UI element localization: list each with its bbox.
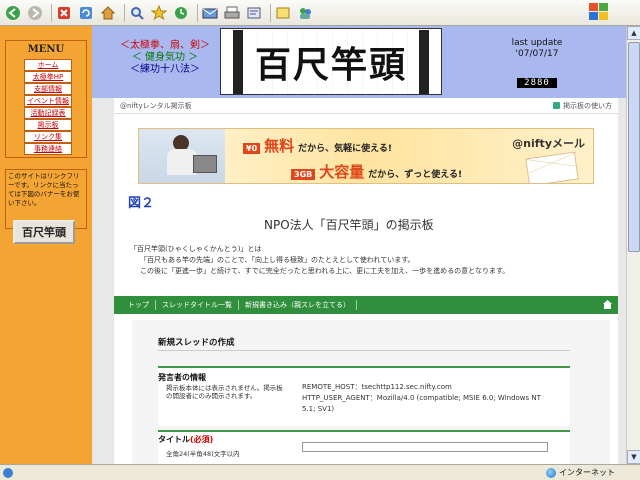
forward-icon[interactable] [26, 4, 44, 22]
intro-line2: 「百尺もある竿の先端」のことで、「向上し得る極致」のたとえとして使われています。 [140, 256, 415, 264]
nav-new-post[interactable]: 新規書き込み（親スレを立てる） [239, 300, 357, 310]
scroll-up-icon[interactable]: ▲ [627, 26, 640, 40]
board-intro: 「百尺竿頭(ひゃくしゃくかんとう)」とは 「百尺もある竿の先端」のことで、「向上… [130, 244, 600, 277]
nav-thread-list[interactable]: スレッドタイトル一覧 [156, 300, 239, 310]
access-counter: 2880 [517, 78, 557, 88]
print-icon[interactable] [223, 4, 241, 22]
menu-item-contact[interactable]: 事務連絡 [24, 143, 72, 155]
envelope-icon [525, 151, 579, 183]
menu-item-taikyokuken[interactable]: 太極拳HP [24, 71, 72, 83]
toolbar-separator [197, 3, 198, 22]
sidebar: MENU ホーム 太極拳HP 支部情報 イベント情報 活動記録表 掲示板 リンク… [0, 26, 92, 464]
intro-line1: 「百尺竿頭(ひゃくしゃくかんとう)」とは [130, 245, 262, 253]
remote-host: REMOTE_HOST：tsechttp112.sec.nifty.com [302, 383, 452, 391]
home-icon[interactable] [99, 4, 117, 22]
vertical-scrollbar[interactable]: ▲ ▼ [626, 26, 640, 464]
help-icon [553, 102, 560, 109]
ad-banner[interactable]: ¥0 無料 だから、気軽に使える! 3GB 大容量 だから、ずっと使える! @n… [138, 128, 594, 184]
scroll-down-icon[interactable]: ▼ [627, 450, 640, 464]
tagline-line2: ＜ 健身気功 ＞ [131, 52, 199, 63]
stop-icon[interactable] [55, 4, 73, 22]
title-heading: タイトル(必須) [158, 434, 213, 445]
board-top-bar: @niftyレンタル掲示板 掲示板の使い方 [114, 98, 618, 114]
board-help-link[interactable]: 掲示板の使い方 [553, 101, 612, 111]
menu-title: MENU [27, 44, 65, 55]
page-status-icon [3, 467, 13, 478]
required-label: (必須) [190, 435, 214, 444]
nav-top[interactable]: トップ [122, 300, 156, 310]
menu-item-events[interactable]: イベント情報 [24, 95, 72, 107]
ad-big-caption: だから、ずっと使える! [368, 170, 463, 180]
status-bar: インターネット [0, 464, 640, 480]
title-note: 全角24(半角48)文字以内 [166, 450, 240, 458]
title-input[interactable] [302, 442, 548, 452]
ad-gb-badge: 3GB [291, 169, 316, 180]
ad-row-free: ¥0 無料 だから、気軽に使える! [243, 135, 392, 156]
menu-item-board[interactable]: 掲示板 [24, 119, 72, 131]
menu-item-activity[interactable]: 活動記録表 [24, 107, 72, 119]
sender-heading: 発言者の情報 [158, 373, 206, 382]
scroll-thumb[interactable] [628, 42, 640, 252]
board-site-label[interactable]: @niftyレンタル掲示板 [120, 101, 192, 111]
sender-details: REMOTE_HOST：tsechttp112.sec.nifty.com HT… [302, 382, 552, 415]
toolbar-separator [270, 3, 271, 22]
update-label: last update [511, 38, 563, 48]
toolbar-separator [51, 3, 52, 22]
board-title: NPO法人「百尺竿頭」の掲示板 [264, 218, 434, 232]
ad-row-capacity: 3GB 大容量 だから、ずっと使える! [291, 161, 462, 182]
user-agent: HTTP_USER_AGENT：Mozilla/4.0 (compatible;… [302, 394, 541, 413]
menu-box: MENU ホーム 太極拳HP 支部情報 イベント情報 活動記録表 掲示板 リンク… [5, 40, 87, 158]
ad-brand: @niftyメール [512, 137, 585, 150]
windows-logo-icon [588, 2, 610, 22]
sender-note: 掲示板本体には表示されません。掲示板の開設者にのみ開示されます。 [166, 384, 283, 400]
ad-free-text: 無料 [264, 137, 295, 155]
site-header: ＜太極拳、扇、剣＞ ＜ 健身気功 ＞ ＜練功十八法＞ 百尺竿頭 last upd… [92, 26, 640, 98]
site-banner[interactable]: 百尺竿頭 [13, 220, 75, 244]
toolbar-separator [124, 3, 125, 22]
board-nav: トップ スレッドタイトル一覧 新規書き込み（親スレを立てる） [114, 296, 618, 314]
globe-icon [546, 467, 556, 478]
menu-item-links[interactable]: リンク集 [24, 131, 72, 143]
main-content: @niftyレンタル掲示板 掲示板の使い方 ¥0 無料 だから、気軽に使える! … [92, 98, 640, 464]
update-date: '07/07/17 [515, 49, 559, 59]
favorites-icon[interactable] [150, 4, 168, 22]
home-icon[interactable] [603, 300, 612, 309]
messenger-icon[interactable] [296, 4, 314, 22]
edit-icon[interactable] [245, 4, 263, 22]
zone-label: インターネット [559, 468, 615, 477]
browser-toolbar [0, 0, 640, 26]
section-title: 新規スレッドの作成 [158, 338, 235, 348]
ad-free-caption: だから、気軽に使える! [298, 144, 392, 154]
ad-big-text: 大容量 [319, 163, 365, 181]
discuss-icon[interactable] [274, 4, 292, 22]
bulletin-board: @niftyレンタル掲示板 掲示板の使い方 ¥0 無料 だから、気軽に使える! … [114, 98, 618, 464]
menu-item-home[interactable]: ホーム [24, 59, 72, 71]
back-icon[interactable] [4, 4, 22, 22]
last-update: last update '07/07/17 [492, 38, 582, 60]
figure-label: 図２ [128, 196, 155, 211]
security-zone: インターネット [546, 467, 615, 478]
menu-item-branch[interactable]: 支部情報 [24, 83, 72, 95]
header-tagline: ＜太極拳、扇、剣＞ ＜ 健身気功 ＞ ＜練功十八法＞ [110, 40, 220, 76]
tagline-line3: ＜練功十八法＞ [130, 64, 200, 75]
intro-line3: この後に「更進一歩」と続けて、すでに完全だったと思われる上に、更に工夫を加え、一… [140, 267, 510, 275]
section-divider [158, 350, 570, 351]
tagline-line1: ＜太極拳、扇、剣＞ [120, 40, 210, 51]
refresh-icon[interactable] [77, 4, 95, 22]
new-thread-form: 新規スレッドの作成 発言者の情報 掲示板本体には表示されません。掲示板の開設者に… [132, 320, 610, 464]
site-logo: 百尺竿頭 [220, 28, 442, 95]
title-label: タイトル [158, 435, 190, 444]
history-icon[interactable] [172, 4, 190, 22]
ad-price-badge: ¥0 [243, 143, 261, 154]
ad-person-image [139, 129, 225, 183]
logo-text: 百尺竿頭 [233, 29, 429, 94]
help-label: 掲示板の使い方 [563, 101, 612, 110]
page-viewport: MENU ホーム 太極拳HP 支部情報 イベント情報 活動記録表 掲示板 リンク… [0, 26, 640, 464]
search-icon[interactable] [128, 4, 146, 22]
mail-icon[interactable] [201, 4, 219, 22]
menu-list: ホーム 太極拳HP 支部情報 イベント情報 活動記録表 掲示板 リンク集 事務連… [24, 59, 72, 155]
